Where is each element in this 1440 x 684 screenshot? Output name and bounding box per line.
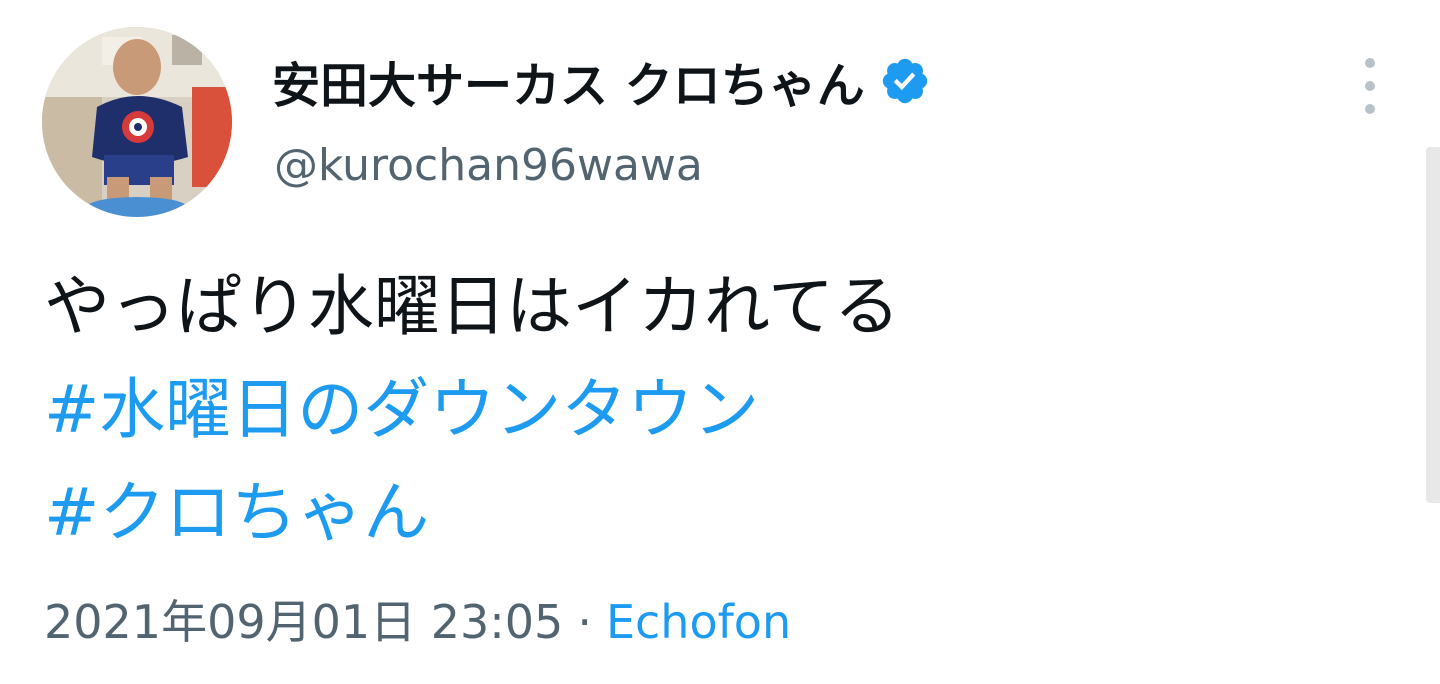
display-name-row[interactable]: 安田大サーカス クロちゃん xyxy=(272,44,931,118)
more-vertical-icon[interactable] xyxy=(1350,58,1390,114)
tweet-card: 安田大サーカス クロちゃん @kurochan96wawa やっぱり水曜日はイカ… xyxy=(0,0,1440,684)
verified-badge-icon xyxy=(879,55,931,107)
source-link[interactable]: Echofon xyxy=(606,595,791,649)
tweet-text: やっぱり水曜日はイカれてる xyxy=(44,268,901,345)
scrollbar[interactable] xyxy=(1426,147,1440,503)
more-dot xyxy=(1365,104,1375,114)
more-dot xyxy=(1365,58,1375,68)
timestamp[interactable]: 2021年09月01日 23:05 xyxy=(44,595,563,649)
handle[interactable]: @kurochan96wawa xyxy=(274,140,703,191)
avatar[interactable] xyxy=(42,27,232,217)
hashtag-link[interactable]: #水曜日のダウンタウン xyxy=(44,377,759,443)
display-name[interactable]: 安田大サーカス クロちゃん xyxy=(272,46,865,116)
more-dot xyxy=(1365,81,1375,91)
hashtag-link[interactable]: #クロちゃん xyxy=(44,480,429,546)
tweet-meta: 2021年09月01日 23:05 · Echofon xyxy=(44,586,791,652)
meta-separator: · xyxy=(577,595,592,649)
avatar-photo xyxy=(42,27,232,217)
